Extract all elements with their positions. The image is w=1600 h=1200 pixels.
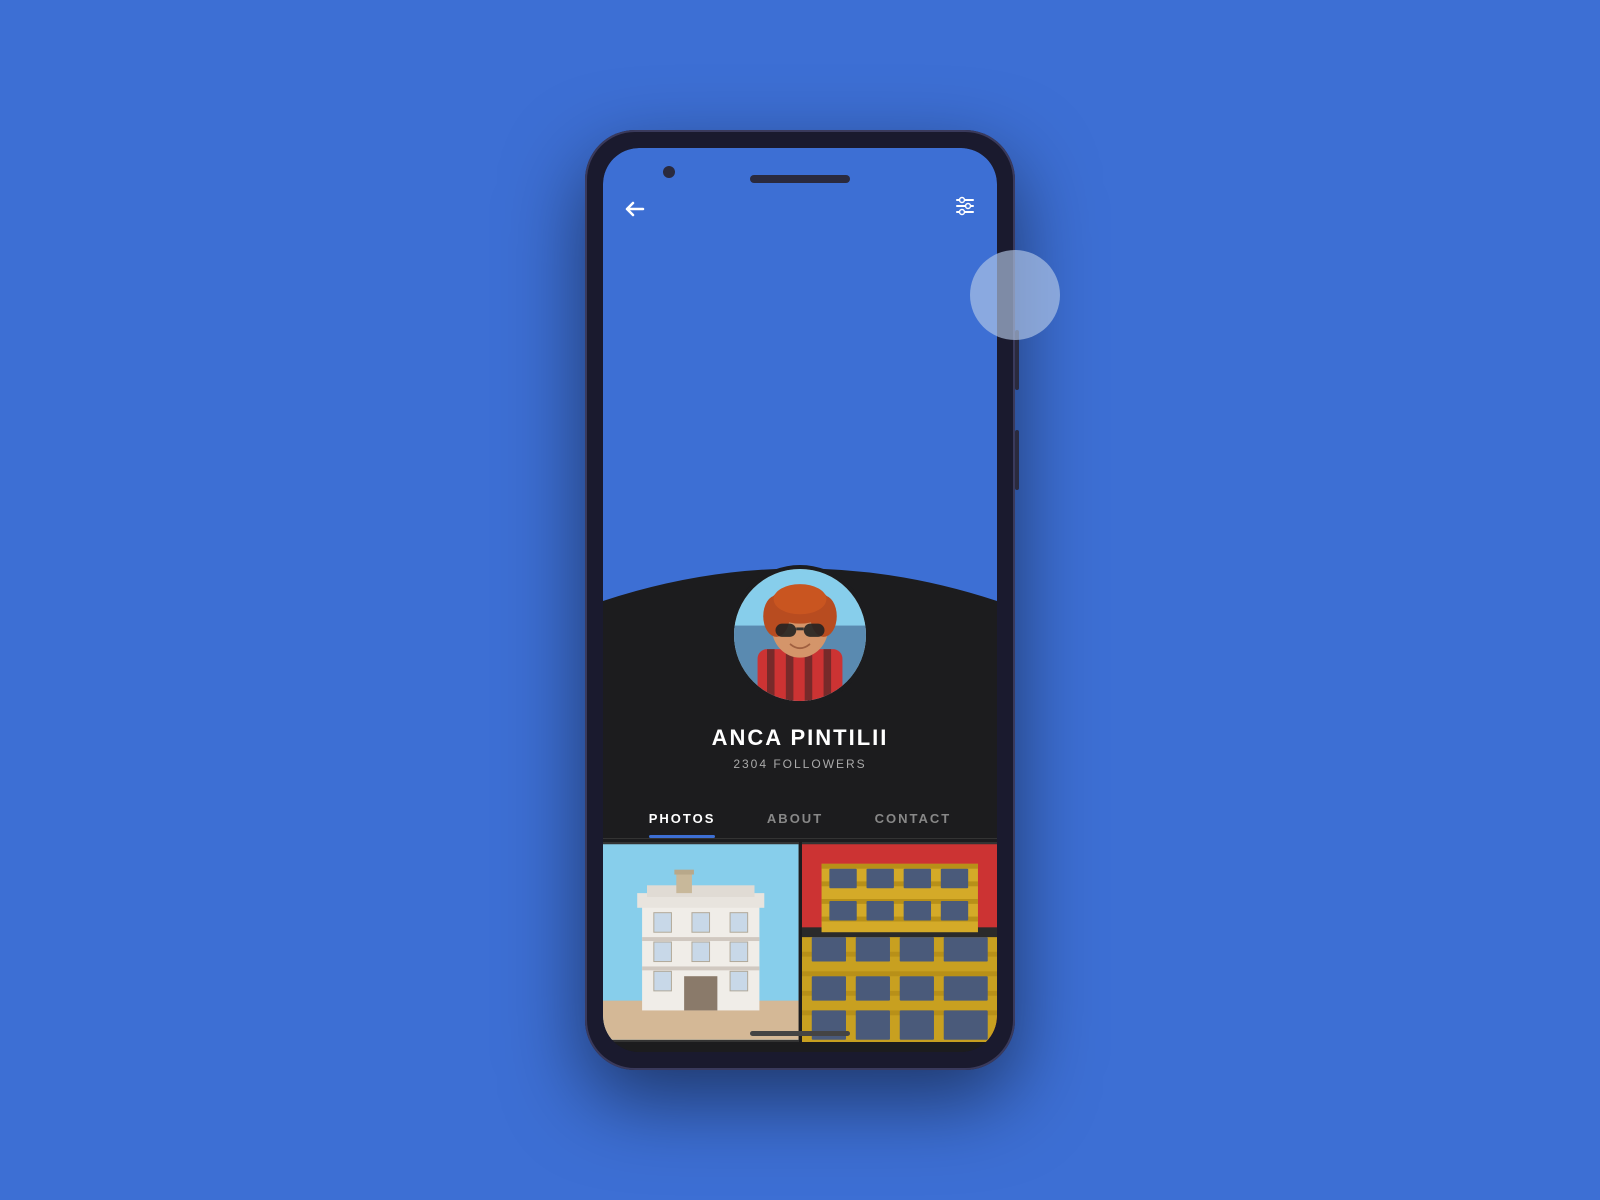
app-content: ANCA PINTILII 2304 FOLLOWERS PHOTOS ABOU… — [603, 148, 997, 1052]
avatar-container — [730, 565, 870, 705]
speaker-bar — [750, 175, 850, 183]
home-indicator — [750, 1031, 850, 1036]
tab-contact[interactable]: CONTACT — [875, 811, 952, 838]
user-name: ANCA PINTILII — [603, 725, 997, 751]
photo-grid — [603, 842, 997, 1042]
settings-sliders-icon[interactable] — [953, 194, 977, 223]
navigation-tabs: PHOTOS ABOUT CONTACT — [603, 787, 997, 839]
tab-about[interactable]: ABOUT — [767, 811, 823, 838]
dark-section: ANCA PINTILII 2304 FOLLOWERS PHOTOS ABOU… — [603, 645, 997, 1052]
tab-photos[interactable]: PHOTOS — [649, 811, 716, 838]
back-button[interactable] — [623, 198, 647, 226]
floating-circle-decoration — [970, 250, 1060, 340]
screen-content: ANCA PINTILII 2304 FOLLOWERS PHOTOS ABOU… — [603, 148, 997, 1052]
phone-screen: ANCA PINTILII 2304 FOLLOWERS PHOTOS ABOU… — [603, 148, 997, 1052]
avatar — [730, 565, 870, 705]
camera-dot — [663, 166, 675, 178]
status-bar — [603, 148, 997, 198]
photo-item[interactable] — [802, 842, 998, 1042]
phone-device: ANCA PINTILII 2304 FOLLOWERS PHOTOS ABOU… — [585, 130, 1015, 1070]
volume-button-down — [1015, 430, 1019, 490]
photo-item[interactable] — [603, 842, 799, 1042]
user-followers: 2304 FOLLOWERS — [603, 757, 997, 771]
